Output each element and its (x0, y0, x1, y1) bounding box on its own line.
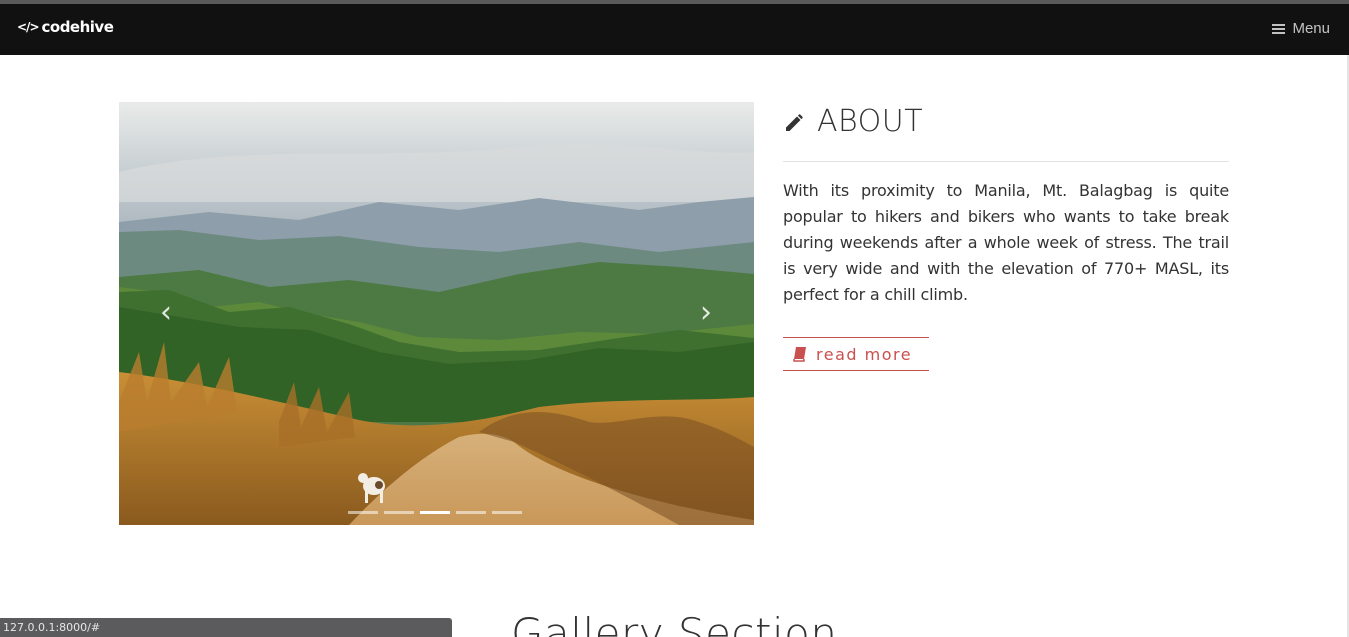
read-more-label: read more (816, 344, 913, 364)
hamburger-icon (1272, 22, 1286, 36)
pencil-icon (783, 110, 807, 134)
about-description: With its proximity to Manila, Mt. Balagb… (783, 181, 1229, 304)
chevron-left-icon: ‹ (160, 295, 172, 330)
about-heading: ABOUT (783, 104, 923, 139)
brand-name: codehive (41, 18, 114, 36)
carousel-prev-button[interactable]: ‹ (156, 296, 176, 330)
gallery-heading: Gallery Section (511, 609, 838, 637)
carousel-indicator[interactable] (348, 511, 378, 514)
about-title: ABOUT (817, 104, 924, 139)
book-icon (793, 346, 807, 362)
carousel-indicators (348, 511, 522, 514)
carousel-indicator[interactable] (420, 511, 450, 514)
browser-status-bar: 127.0.0.1:8000/# (0, 618, 452, 637)
carousel-next-button[interactable]: › (696, 296, 716, 330)
carousel-indicator[interactable] (492, 511, 522, 514)
carousel-indicator[interactable] (456, 511, 486, 514)
carousel-indicator[interactable] (384, 511, 414, 514)
menu-button[interactable]: Menu (1272, 20, 1330, 37)
image-carousel[interactable] (119, 102, 754, 525)
brand-logo-link[interactable]: </> codehive (17, 18, 114, 36)
chevron-right-icon: › (700, 295, 712, 330)
navbar: </> codehive Menu (0, 4, 1349, 55)
code-icon: </> (17, 20, 39, 34)
about-divider (783, 161, 1229, 162)
mountain-landscape-image (119, 102, 754, 525)
menu-label: Menu (1292, 20, 1330, 37)
read-more-button[interactable]: read more (783, 337, 929, 371)
